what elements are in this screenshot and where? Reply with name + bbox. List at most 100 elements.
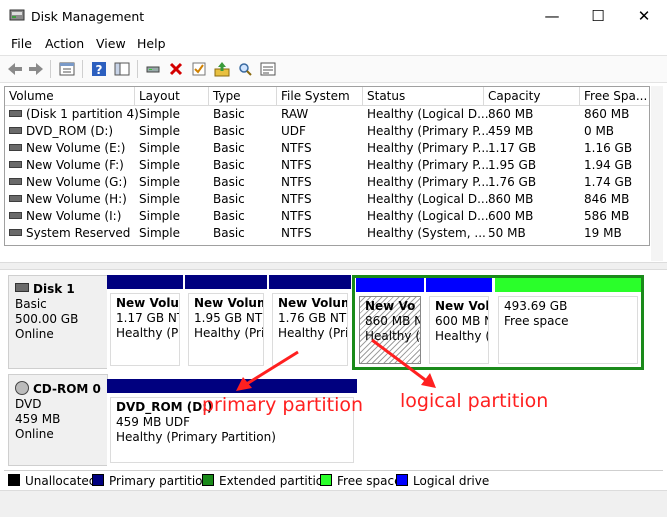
- column-volume[interactable]: Volume: [5, 87, 135, 105]
- volume-icon: [9, 161, 22, 168]
- partition-name: New Volum: [116, 296, 179, 310]
- legend-label: Free space: [337, 474, 402, 488]
- volume-name: DVD_ROM (D:): [26, 124, 114, 138]
- disk-management-icon: [9, 9, 25, 21]
- partition-status: Healthy (L: [435, 329, 488, 343]
- disk-icon: [15, 283, 29, 292]
- find-icon[interactable]: [235, 59, 255, 79]
- volume-row[interactable]: New Volume (F:) Simple Basic NTFS Healthy (P…: [5, 157, 649, 174]
- volume-icon: [9, 144, 22, 151]
- settings-icon[interactable]: [258, 59, 278, 79]
- cell-layout: Simple: [139, 226, 180, 240]
- cdrom-0-size: 459 MB: [15, 412, 61, 426]
- cell-layout: Simple: [139, 141, 180, 155]
- partition-i[interactable]: New Volu600 MB NHealthy (L: [426, 278, 492, 367]
- cell-volume: System Reserved: [9, 225, 130, 242]
- partition-disk1-4[interactable]: New Vo 860 MB N Healthy (L: [356, 278, 424, 367]
- cell-file-system: NTFS: [281, 226, 312, 240]
- check-icon[interactable]: [189, 59, 209, 79]
- cdrom-icon: [15, 381, 29, 395]
- partition-size: 493.69 GB: [504, 299, 568, 313]
- partition-status: Healthy (L: [365, 329, 421, 343]
- volume-row[interactable]: System Reserved Simple Basic NTFS Healthy (S…: [5, 225, 649, 242]
- cell-type: Basic: [213, 107, 245, 121]
- volume-row[interactable]: DVD_ROM (D:) Simple Basic UDF Healthy (Prima…: [5, 123, 649, 140]
- close-button[interactable]: ✕: [621, 0, 667, 32]
- menu-action[interactable]: Action: [45, 36, 84, 51]
- partition-g[interactable]: New Volum1.76 GB NTFSHealthy (Pri: [269, 275, 351, 369]
- cdrom-0-name: CD-ROM 0: [33, 382, 101, 396]
- maximize-button[interactable]: ☐: [575, 0, 621, 32]
- cdrom-0-info[interactable]: CD-ROM 0 DVD 459 MB Online: [8, 374, 108, 466]
- volume-icon: [9, 127, 22, 134]
- cdrom-0-state: Online: [15, 427, 54, 441]
- column-free-space[interactable]: Free Spa...: [580, 87, 649, 105]
- cell-capacity: 1.17 GB: [488, 141, 537, 155]
- disk-1-info[interactable]: Disk 1 Basic 500.00 GB Online: [8, 275, 108, 369]
- free-space-block[interactable]: 493.69 GB Free space: [495, 278, 641, 367]
- cell-type: Basic: [213, 226, 245, 240]
- partition-name: New Vo: [365, 299, 416, 313]
- partition-f[interactable]: New Volume1.95 GB NTFSHealthy (Prin: [185, 275, 267, 369]
- volume-row[interactable]: (Disk 1 partition 4) Simple Basic RAW Health…: [5, 106, 649, 123]
- cell-status: Healthy (Primary P...: [367, 175, 489, 189]
- partition-status: Healthy (Pri: [116, 326, 180, 340]
- legend-swatch: [8, 474, 20, 486]
- partition-e[interactable]: New Volum1.17 GB NTFHealthy (Pri: [107, 275, 183, 369]
- menu-view[interactable]: View: [96, 36, 126, 51]
- legend-extended: Extended partition: [202, 474, 331, 488]
- vertical-scrollbar[interactable]: [651, 86, 663, 261]
- cell-free-space: 1.74 GB: [584, 175, 633, 189]
- partition-dvd-rom[interactable]: DVD_ROM (D:) 459 MB UDF Healthy (Primary P…: [107, 379, 357, 466]
- menu-file[interactable]: File: [11, 36, 32, 51]
- partition-status: Healthy (Primary Partition): [116, 430, 276, 444]
- legend-label: Unallocated: [25, 474, 97, 488]
- cell-file-system: NTFS: [281, 158, 312, 172]
- cell-volume: (Disk 1 partition 4): [9, 106, 139, 123]
- forward-icon[interactable]: [26, 59, 46, 79]
- column-type[interactable]: Type: [209, 87, 277, 105]
- legend-label: Primary partition: [109, 474, 211, 488]
- column-status[interactable]: Status: [363, 87, 484, 105]
- volume-row[interactable]: New Volume (I:) Simple Basic NTFS Healthy (L…: [5, 208, 649, 225]
- volume-icon: [9, 195, 22, 202]
- minimize-button[interactable]: —: [529, 0, 575, 32]
- volume-name: System Reserved: [26, 226, 131, 240]
- cell-volume: DVD_ROM (D:): [9, 123, 113, 140]
- help-icon[interactable]: ?: [89, 59, 109, 79]
- cell-volume: New Volume (I:): [9, 208, 121, 225]
- cell-status: Healthy (Primary P...: [367, 158, 489, 172]
- column-file-system[interactable]: File System: [277, 87, 363, 105]
- partition-bar: [269, 275, 351, 289]
- volume-row[interactable]: New Volume (G:) Simple Basic NTFS Healthy (P…: [5, 174, 649, 191]
- cell-status: Healthy (Primary P...: [367, 124, 489, 138]
- volume-row[interactable]: New Volume (H:) Simple Basic NTFS Healthy (L…: [5, 191, 649, 208]
- connect-icon[interactable]: [143, 59, 163, 79]
- volume-name: New Volume (I:): [26, 209, 122, 223]
- legend-swatch: [202, 474, 214, 486]
- properties-icon[interactable]: [57, 59, 77, 79]
- cell-free-space: 0 MB: [584, 124, 615, 138]
- volume-list: Volume Layout Type File System Status Ca…: [4, 86, 650, 246]
- cell-layout: Simple: [139, 192, 180, 206]
- volume-row[interactable]: New Volume (E:) Simple Basic NTFS Healthy (P…: [5, 140, 649, 157]
- partition-bar: [426, 278, 492, 292]
- cell-type: Basic: [213, 192, 245, 206]
- import-icon[interactable]: [212, 59, 232, 79]
- partition-name: New Volu: [435, 299, 488, 313]
- volume-icon: [9, 229, 22, 236]
- title-bar: Disk Management — ☐ ✕: [0, 0, 667, 32]
- cell-volume: New Volume (H:): [9, 191, 127, 208]
- column-layout[interactable]: Layout: [135, 87, 209, 105]
- cell-capacity: 600 MB: [488, 209, 534, 223]
- legend-primary: Primary partition: [92, 474, 210, 488]
- column-capacity[interactable]: Capacity: [484, 87, 580, 105]
- delete-icon[interactable]: [166, 59, 186, 79]
- cell-free-space: 586 MB: [584, 209, 630, 223]
- pane-splitter[interactable]: [0, 262, 667, 270]
- cell-type: Basic: [213, 141, 245, 155]
- back-icon[interactable]: [5, 59, 25, 79]
- show-hide-icon[interactable]: [112, 59, 132, 79]
- menu-help[interactable]: Help: [137, 36, 166, 51]
- cell-layout: Simple: [139, 209, 180, 223]
